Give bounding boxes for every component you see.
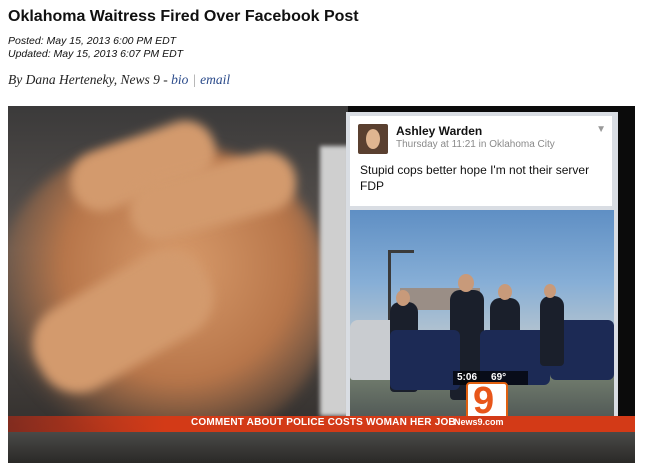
motorcycle (390, 330, 460, 390)
officer-head (544, 284, 556, 298)
video-player[interactable]: Ashley Warden Thursday at 11:21 in Oklah… (8, 106, 635, 463)
avatar (358, 124, 388, 154)
bio-link[interactable]: bio (171, 72, 188, 87)
officer-head (458, 274, 474, 292)
posted-date: Posted: May 15, 2013 6:00 PM EDT (8, 35, 177, 47)
ticker-site: News9.com (454, 417, 504, 427)
byline-author: By Dana Herteneky, News 9 - (8, 72, 168, 87)
facebook-post-meta: Thursday at 11:21 in Oklahoma City (396, 139, 555, 150)
ticker-headline: COMMENT ABOUT POLICE COSTS WOMAN HER JOB (191, 417, 456, 428)
article-headline: Oklahoma Waitress Fired Over Facebook Po… (8, 8, 359, 25)
byline-separator: | (192, 72, 197, 87)
facebook-post-text: Stupid cops better hope I'm not their se… (360, 163, 590, 193)
street-pole (388, 250, 414, 253)
facebook-post: Ashley Warden Thursday at 11:21 in Oklah… (350, 116, 612, 206)
article-dates: Posted: May 15, 2013 6:00 PM EDT Updated… (8, 35, 183, 61)
news-ticker: COMMENT ABOUT POLICE COSTS WOMAN HER JOB… (8, 416, 635, 432)
updated-date: Updated: May 15, 2013 6:07 PM EDT (8, 48, 184, 60)
video-bottom-band (8, 432, 635, 463)
officer-head (498, 284, 512, 300)
officer-head (396, 290, 410, 306)
officer (540, 296, 564, 366)
facebook-user-name: Ashley Warden (396, 124, 483, 138)
chevron-down-icon: ▼ (596, 124, 606, 135)
email-link[interactable]: email (200, 72, 230, 87)
byline: By Dana Herteneky, News 9 - bio | email (8, 72, 230, 88)
